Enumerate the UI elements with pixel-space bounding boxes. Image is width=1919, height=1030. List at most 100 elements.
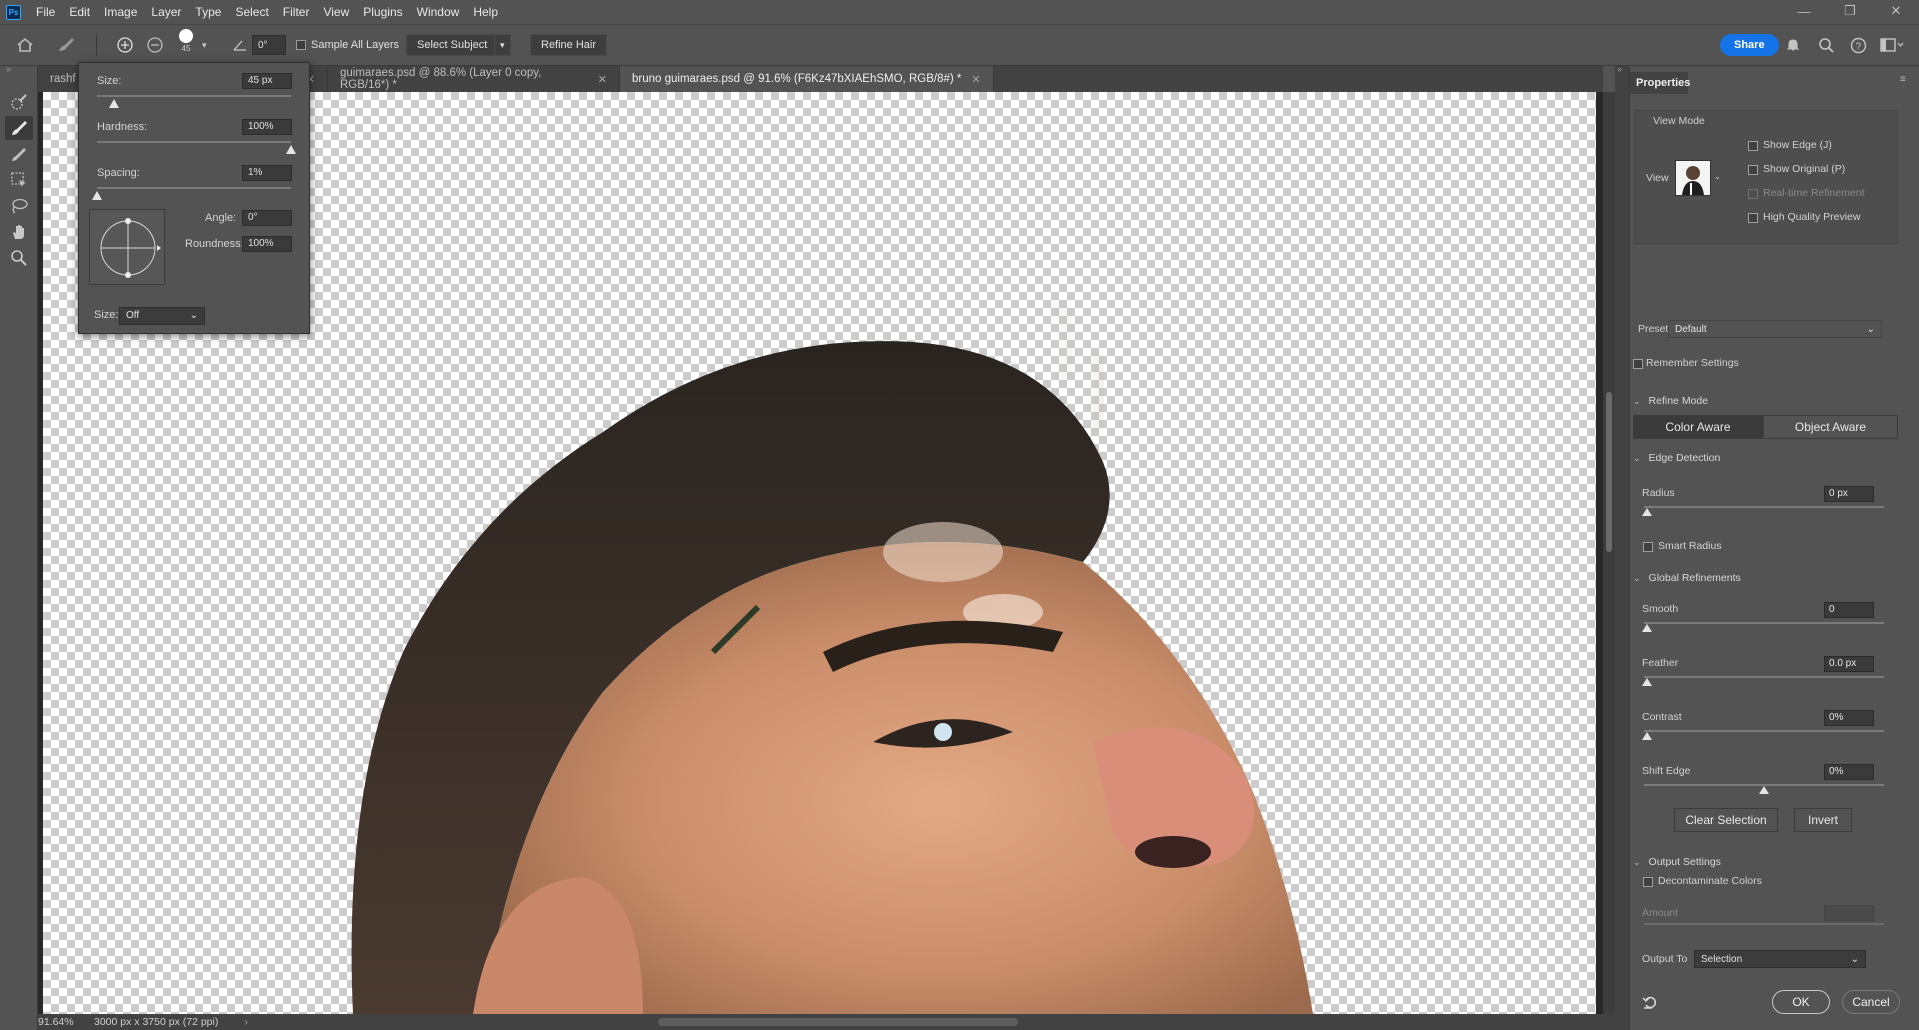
contrast-input[interactable]: 0% xyxy=(1824,710,1874,726)
show-original-checkbox[interactable] xyxy=(1748,165,1758,175)
menu-filter[interactable]: Filter xyxy=(276,0,317,24)
preset-select[interactable]: Default ⌄ xyxy=(1668,320,1882,338)
tool-preset-picker[interactable] xyxy=(56,34,76,56)
menu-plugins[interactable]: Plugins xyxy=(356,0,409,24)
menu-file[interactable]: File xyxy=(29,0,62,24)
search-button[interactable] xyxy=(1818,34,1834,56)
color-aware-button[interactable]: Color Aware xyxy=(1633,415,1763,439)
decontaminate-colors-checkbox[interactable] xyxy=(1643,877,1653,887)
brush-preset-picker[interactable]: 45 xyxy=(178,28,194,62)
menu-help[interactable]: Help xyxy=(466,0,505,24)
hardness-slider-thumb[interactable] xyxy=(286,145,296,154)
ok-button[interactable]: OK xyxy=(1772,990,1830,1014)
smart-radius-checkbox[interactable] xyxy=(1643,542,1653,552)
radius-slider-thumb[interactable] xyxy=(1642,508,1652,516)
show-edge-checkbox[interactable] xyxy=(1748,141,1758,151)
view-mode-chevron-icon[interactable]: ⌄ xyxy=(1714,172,1721,181)
menu-image[interactable]: Image xyxy=(97,0,144,24)
global-refinements-section[interactable]: ⌄ Global Refinements xyxy=(1633,572,1741,584)
object-selection-tool[interactable] xyxy=(5,168,33,192)
roundness-input[interactable]: 100% xyxy=(242,236,292,252)
zoom-level[interactable]: 91.64% xyxy=(38,1016,94,1028)
cancel-button[interactable]: Cancel xyxy=(1842,990,1900,1014)
brush-tool[interactable] xyxy=(5,142,33,166)
notifications-button[interactable] xyxy=(1785,34,1801,56)
select-subject-button[interactable]: Select Subject xyxy=(406,34,499,56)
menu-layer[interactable]: Layer xyxy=(144,0,188,24)
output-settings-section[interactable]: ⌄ Output Settings xyxy=(1633,856,1721,868)
menu-edit[interactable]: Edit xyxy=(62,0,97,24)
expand-panels-icon[interactable]: » xyxy=(1617,64,1622,74)
view-mode-thumbnail[interactable] xyxy=(1675,160,1711,196)
subtract-mode-button[interactable] xyxy=(146,34,164,56)
size-slider-thumb[interactable] xyxy=(109,99,120,108)
help-button[interactable]: ? xyxy=(1850,34,1867,56)
pressure-size-select[interactable]: Off ⌄ xyxy=(119,307,205,325)
object-aware-button[interactable]: Object Aware xyxy=(1763,415,1898,439)
shift-edge-slider-thumb[interactable] xyxy=(1759,786,1769,794)
menu-type[interactable]: Type xyxy=(188,0,228,24)
smooth-slider-thumb[interactable] xyxy=(1642,624,1652,632)
zoom-tool[interactable] xyxy=(5,246,33,270)
panel-menu-icon[interactable]: ≡ xyxy=(1900,74,1906,85)
brush-tip-preview[interactable] xyxy=(89,209,165,285)
refine-hair-button[interactable]: Refine Hair xyxy=(530,34,608,56)
high-quality-preview-checkbox[interactable] xyxy=(1748,213,1758,223)
share-button[interactable]: Share xyxy=(1720,34,1779,56)
quick-selection-tool[interactable] xyxy=(5,90,33,114)
shift-edge-input[interactable]: 0% xyxy=(1824,764,1874,780)
status-expand-icon[interactable]: › xyxy=(244,1016,248,1028)
horizontal-scroll-thumb[interactable] xyxy=(658,1018,1018,1026)
contrast-slider[interactable] xyxy=(1644,730,1884,732)
close-window-button[interactable]: ✕ xyxy=(1873,0,1919,22)
feather-slider[interactable] xyxy=(1644,676,1884,678)
feather-slider-thumb[interactable] xyxy=(1642,678,1652,686)
smooth-slider[interactable] xyxy=(1644,622,1884,624)
tab-guimaraes[interactable]: guimaraes.psd @ 88.6% (Layer 0 copy, RGB… xyxy=(328,66,620,92)
size-input[interactable]: 45 px xyxy=(242,73,292,89)
size-slider[interactable] xyxy=(97,95,291,97)
tab-bruno-guimaraes[interactable]: bruno guimaraes.psd @ 91.6% (F6Kz47bXIAE… xyxy=(620,66,994,92)
radius-slider[interactable] xyxy=(1644,506,1884,508)
refine-mode-section[interactable]: ⌄ Refine Mode xyxy=(1633,395,1708,407)
collapse-icon[interactable]: » xyxy=(6,64,11,74)
reset-button[interactable] xyxy=(1642,994,1658,1013)
hardness-input[interactable]: 100% xyxy=(242,119,292,135)
remember-settings-checkbox[interactable] xyxy=(1633,359,1643,369)
hand-tool[interactable] xyxy=(5,220,33,244)
menu-window[interactable]: Window xyxy=(410,0,467,24)
panel-collapse-strip[interactable]: » xyxy=(1615,64,1629,1030)
smooth-input[interactable]: 0 xyxy=(1824,602,1874,618)
lasso-tool[interactable] xyxy=(5,194,33,218)
angle-input[interactable]: 0° xyxy=(252,35,286,55)
contrast-slider-thumb[interactable] xyxy=(1642,732,1652,740)
radius-input[interactable]: 0 px xyxy=(1824,486,1874,502)
output-to-select[interactable]: Selection ⌄ xyxy=(1694,950,1866,968)
hardness-slider[interactable] xyxy=(97,141,291,143)
spacing-input[interactable]: 1% xyxy=(242,165,292,181)
spacing-slider-thumb[interactable] xyxy=(92,191,102,200)
add-mode-button[interactable] xyxy=(116,34,134,56)
clear-selection-button[interactable]: Clear Selection xyxy=(1674,808,1778,832)
angle-input[interactable]: 0° xyxy=(242,210,292,226)
close-icon[interactable]: ✕ xyxy=(971,73,980,86)
menu-select[interactable]: Select xyxy=(228,0,275,24)
home-button[interactable] xyxy=(16,34,34,56)
minimize-button[interactable]: — xyxy=(1781,0,1827,22)
sample-all-layers-box[interactable] xyxy=(296,40,306,50)
select-subject-dropdown[interactable]: ▾ xyxy=(494,34,511,56)
brush-picker-chevron-icon[interactable]: ▾ xyxy=(202,34,207,56)
invert-button[interactable]: Invert xyxy=(1794,808,1852,832)
sample-all-layers-checkbox[interactable]: Sample All Layers xyxy=(296,34,399,56)
menu-view[interactable]: View xyxy=(316,0,356,24)
feather-input[interactable]: 0.0 px xyxy=(1824,656,1874,672)
vertical-scrollbar[interactable] xyxy=(1603,92,1615,1014)
vertical-scroll-thumb[interactable] xyxy=(1606,392,1612,552)
spacing-slider[interactable] xyxy=(97,187,291,189)
properties-tab[interactable]: Properties xyxy=(1630,72,1690,94)
edge-detection-section[interactable]: ⌄ Edge Detection xyxy=(1633,452,1720,464)
close-icon[interactable]: ✕ xyxy=(598,73,607,86)
workspace-button[interactable] xyxy=(1880,34,1904,56)
refine-edge-brush-tool[interactable] xyxy=(5,116,33,140)
restore-button[interactable]: ❐ xyxy=(1827,0,1873,22)
